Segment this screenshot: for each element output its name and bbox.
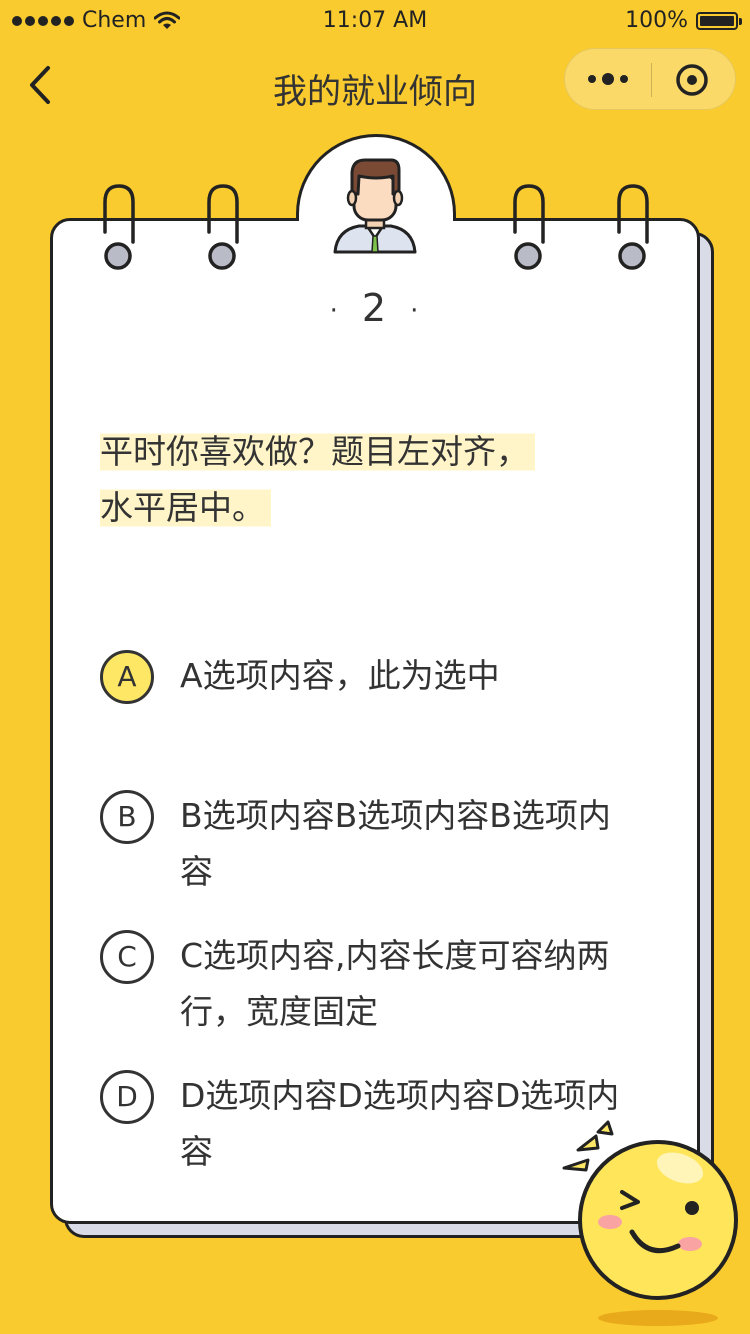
option-label: A选项内容，此为选中 bbox=[180, 656, 500, 695]
option-label: B选项内容B选项内容B选项内容 bbox=[180, 796, 611, 891]
option-letter-badge: D bbox=[100, 1070, 154, 1124]
question-number-value: 2 bbox=[361, 286, 389, 330]
option-b[interactable]: B B选项内容B选项内容B选项内容 bbox=[100, 790, 640, 902]
mini-program-capsule bbox=[564, 48, 736, 110]
question-line-1: 平时你喜欢做？题目左对齐， bbox=[100, 428, 535, 475]
spiral-ring-icon bbox=[207, 184, 239, 270]
spiral-ring-icon bbox=[103, 184, 135, 270]
question-number: · 2 · bbox=[329, 286, 421, 330]
spiral-ring-icon bbox=[513, 184, 545, 270]
option-label: C选项内容,内容长度可容纳两行，宽度固定 bbox=[180, 936, 610, 1031]
question-text: 平时你喜欢做？题目左对齐， 水平居中。 bbox=[100, 424, 620, 536]
nav-bar: 我的就业倾向 bbox=[0, 40, 750, 130]
option-d[interactable]: D D选项内容D选项内容D选项内容 bbox=[100, 1070, 640, 1182]
option-letter-badge: A bbox=[100, 650, 154, 704]
more-dots-icon[interactable] bbox=[565, 49, 651, 109]
question-line-2: 水平居中。 bbox=[100, 484, 271, 531]
option-letter-badge: C bbox=[100, 930, 154, 984]
option-letter-badge: B bbox=[100, 790, 154, 844]
option-a[interactable]: A A选项内容，此为选中 bbox=[100, 650, 640, 710]
battery-status: 100% bbox=[625, 8, 742, 33]
target-close-icon[interactable] bbox=[652, 49, 736, 109]
battery-percent: 100% bbox=[625, 8, 688, 33]
battery-icon bbox=[696, 11, 742, 30]
status-bar: Chem 11:07 AM 100% bbox=[0, 0, 750, 40]
avatar-icon bbox=[333, 158, 417, 254]
spiral-ring-icon bbox=[617, 184, 649, 270]
smiley-icon bbox=[562, 1120, 738, 1326]
option-c[interactable]: C C选项内容,内容长度可容纳两行，宽度固定 bbox=[100, 930, 640, 1042]
